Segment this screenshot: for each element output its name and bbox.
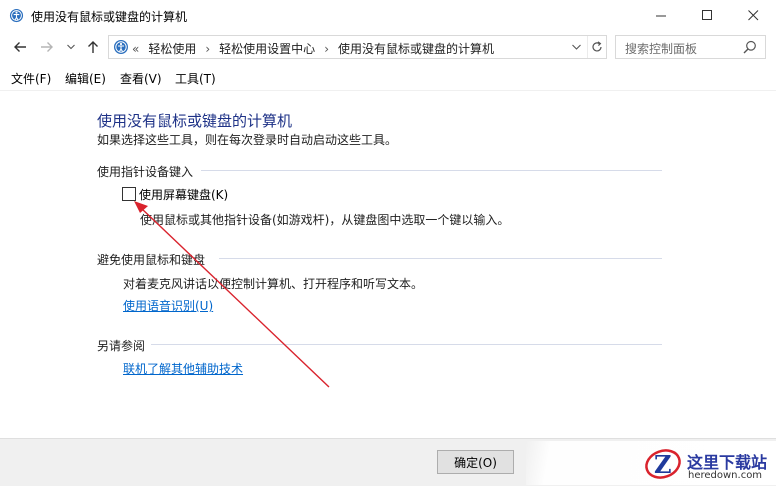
up-button[interactable] xyxy=(83,34,103,60)
watermark-domain: heredown.com xyxy=(688,470,763,481)
speech-description: 对着麦克风讲话以便控制计算机、打开程序和听写文本。 xyxy=(123,277,424,291)
breadcrumb-separator[interactable]: › xyxy=(205,42,210,56)
close-button[interactable] xyxy=(730,0,776,31)
forward-arrow-icon xyxy=(41,42,53,52)
breadcrumb-overflow[interactable]: « xyxy=(132,42,139,56)
back-arrow-icon xyxy=(14,42,26,52)
main-content: 使用没有鼠标或键盘的计算机 如果选择这些工具，则在每次登录时自动启动这些工具。 … xyxy=(0,91,776,438)
on-screen-keyboard-description: 使用鼠标或其他指针设备(如游戏杆)，从键盘图中选取一个键以输入。 xyxy=(140,213,510,227)
ok-button[interactable]: 确定(O) xyxy=(437,450,514,474)
menu-bar: 文件(F) 编辑(E) 查看(V) 工具(T) xyxy=(0,64,776,91)
breadcrumb-separator[interactable]: › xyxy=(324,42,329,56)
menu-edit[interactable]: 编辑(E) xyxy=(65,70,106,87)
window-title: 使用没有鼠标或键盘的计算机 xyxy=(31,10,188,24)
assistive-tech-online-link[interactable]: 联机了解其他辅助技术 xyxy=(123,360,243,377)
search-placeholder: 搜索控制面板 xyxy=(625,42,698,56)
control-panel-window: 使用没有鼠标或键盘的计算机 « 轻松使用 › 轻松使用设置中心 › 使用没有鼠标… xyxy=(0,0,776,486)
menu-file[interactable]: 文件(F) xyxy=(11,70,51,87)
section-title-see-also: 另请参阅 xyxy=(97,339,146,353)
page-title: 使用没有鼠标或键盘的计算机 xyxy=(97,112,293,130)
page-description: 如果选择这些工具，则在每次登录时自动启动这些工具。 xyxy=(97,133,398,147)
search-box[interactable]: 搜索控制面板 xyxy=(615,35,766,59)
up-arrow-icon xyxy=(88,41,98,53)
watermark: Z 这里下载站 heredown.com xyxy=(526,441,776,485)
watermark-logo-icon: Z xyxy=(645,449,681,479)
menu-tools[interactable]: 工具(T) xyxy=(175,70,216,87)
minimize-button[interactable] xyxy=(638,0,684,31)
section-title-pointer-typing: 使用指针设备键入 xyxy=(97,165,194,179)
title-bar[interactable]: 使用没有鼠标或键盘的计算机 xyxy=(0,0,776,31)
address-dropdown-button[interactable] xyxy=(567,36,585,58)
ease-of-access-icon xyxy=(9,8,24,23)
close-icon xyxy=(747,10,758,21)
navigation-bar: « 轻松使用 › 轻松使用设置中心 › 使用没有鼠标或键盘的计算机 搜索控制面板 xyxy=(0,34,776,60)
section-title-avoid-mouse-keyboard: 避免使用鼠标和键盘 xyxy=(97,253,206,267)
address-bar[interactable]: « 轻松使用 › 轻松使用设置中心 › 使用没有鼠标或键盘的计算机 xyxy=(108,35,607,59)
svg-text:Z: Z xyxy=(654,450,672,479)
chevron-down-icon xyxy=(571,44,581,50)
back-button[interactable] xyxy=(9,34,31,60)
maximize-icon xyxy=(701,10,712,20)
speech-recognition-link[interactable]: 使用语音识别(U) xyxy=(123,297,213,314)
breadcrumb-ease-of-access[interactable]: 轻松使用 xyxy=(148,42,196,56)
search-icon[interactable] xyxy=(743,40,757,54)
breadcrumb-ease-of-access-center[interactable]: 轻松使用设置中心 xyxy=(219,42,315,56)
section-divider xyxy=(219,258,662,259)
recent-locations-button[interactable] xyxy=(64,34,78,60)
menu-view[interactable]: 查看(V) xyxy=(120,70,162,87)
section-divider xyxy=(151,344,662,345)
chevron-down-icon xyxy=(67,44,75,50)
on-screen-keyboard-checkbox[interactable] xyxy=(122,187,136,201)
breadcrumb-current-page[interactable]: 使用没有鼠标或键盘的计算机 xyxy=(338,42,494,56)
maximize-button[interactable] xyxy=(684,0,730,31)
minimize-icon xyxy=(655,15,666,17)
on-screen-keyboard-label[interactable]: 使用屏幕键盘(K) xyxy=(139,186,228,203)
forward-button[interactable] xyxy=(36,34,58,60)
breadcrumb: « 轻松使用 › 轻松使用设置中心 › 使用没有鼠标或键盘的计算机 xyxy=(132,40,503,57)
refresh-icon xyxy=(592,41,602,52)
section-divider xyxy=(201,170,662,171)
refresh-button[interactable] xyxy=(587,36,606,58)
ease-of-access-icon xyxy=(114,40,128,54)
